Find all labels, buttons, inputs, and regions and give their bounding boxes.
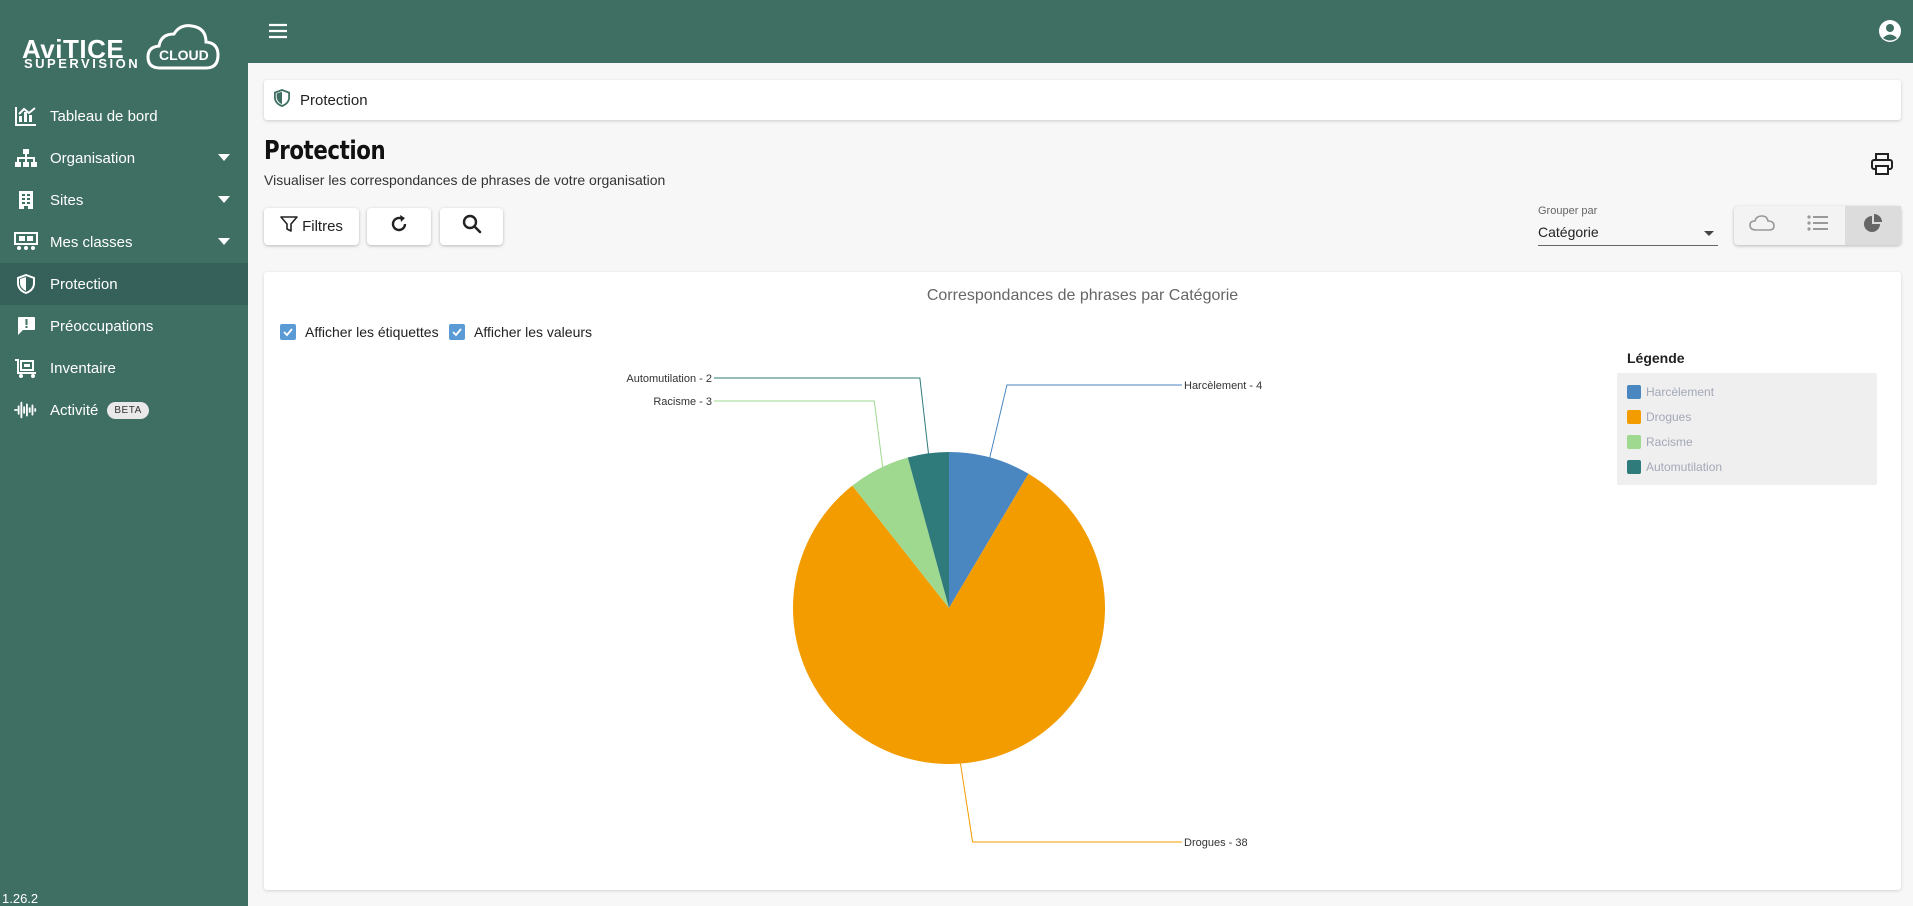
pie-leader-line xyxy=(714,400,885,480)
top-bar xyxy=(248,0,1913,63)
sidebar-item-label: Sites xyxy=(50,191,84,209)
chevron-down-icon xyxy=(1704,231,1714,236)
sidebar-item-label: Tableau de bord xyxy=(50,107,158,125)
sidebar-item-label: Activité xyxy=(50,401,99,419)
legend-swatch xyxy=(1627,434,1641,449)
inventory-icon xyxy=(14,356,38,380)
legend-swatch xyxy=(1627,409,1641,424)
pie-data-label: Racisme - 3 xyxy=(653,396,712,408)
sidebar-item-protection[interactable]: Protection xyxy=(0,263,248,305)
logo-sub-text: SUPERVISION xyxy=(24,56,141,71)
legend-item-racisme[interactable]: Racisme xyxy=(1627,429,1867,454)
legend-swatch xyxy=(1627,384,1641,399)
legend-swatch xyxy=(1627,459,1641,474)
account-icon[interactable] xyxy=(1877,18,1903,44)
building-icon xyxy=(14,188,38,212)
alert-icon xyxy=(14,314,38,338)
view-pie-button[interactable] xyxy=(1845,206,1902,245)
print-icon[interactable] xyxy=(1870,152,1894,176)
pie-data-label: Harcèlement - 4 xyxy=(1184,380,1262,392)
pie-data-label: Drogues - 38 xyxy=(1184,837,1248,849)
legend-item-automutilation[interactable]: Automutilation xyxy=(1627,454,1867,479)
menu-icon[interactable] xyxy=(266,19,290,43)
sidebar-item-dashboard[interactable]: Tableau de bord xyxy=(0,95,248,137)
legend-item-harcèlement[interactable]: Harcèlement xyxy=(1627,379,1867,404)
breadcrumb: Protection xyxy=(264,80,1901,120)
chevron-down-icon[interactable] xyxy=(218,238,230,245)
sidebar-item-classes[interactable]: Mes classes xyxy=(0,221,248,263)
sidebar: AviTICE SUPERVISION CLOUD Tableau de bor… xyxy=(0,0,248,906)
chart-icon xyxy=(14,104,38,128)
chart-card: Correspondances de phrases par Catégorie… xyxy=(264,272,1901,890)
sidebar-item-sites[interactable]: Sites xyxy=(0,179,248,221)
sidebar-item-label: Protection xyxy=(50,275,118,293)
sidebar-item-label: Inventaire xyxy=(50,359,116,377)
breadcrumb-label[interactable]: Protection xyxy=(300,92,368,109)
sidebar-item-inventory[interactable]: Inventaire xyxy=(0,347,248,389)
group-by-value: Catégorie xyxy=(1538,224,1599,240)
app-version: 1.26.2 xyxy=(2,891,39,906)
app-logo[interactable]: AviTICE SUPERVISION CLOUD xyxy=(18,20,228,72)
legend-label: Racisme xyxy=(1646,434,1693,449)
pie-leader-line xyxy=(958,751,1182,843)
pie-data-label: Automutilation - 2 xyxy=(626,373,712,385)
view-wordcloud-button[interactable] xyxy=(1734,206,1790,245)
pie-leader-line xyxy=(986,384,1182,470)
legend-items: Harcèlement Drogues Racisme Automutilation xyxy=(1617,373,1877,485)
sidebar-item-label: Organisation xyxy=(50,149,136,167)
legend-label: Drogues xyxy=(1646,409,1692,424)
waveform-icon xyxy=(14,398,38,422)
group-by-select[interactable]: Catégorie xyxy=(1538,220,1718,246)
beta-badge: BETA xyxy=(107,401,149,419)
sidebar-item-label: Préoccupations xyxy=(50,317,154,335)
legend-label: Harcèlement xyxy=(1646,384,1715,399)
classroom-icon xyxy=(14,230,38,254)
search-button[interactable] xyxy=(440,208,503,245)
shield-icon xyxy=(14,272,38,296)
page-subtitle: Visualiser les correspondances de phrase… xyxy=(264,172,666,188)
pie-chart-icon xyxy=(1863,213,1883,238)
list-icon xyxy=(1806,214,1829,237)
sitemap-icon xyxy=(14,146,38,170)
sidebar-item-organisation[interactable]: Organisation xyxy=(0,137,248,179)
filter-button-label: Filtres xyxy=(302,218,343,235)
sidebar-item-label: Mes classes xyxy=(50,233,133,251)
cloud-icon xyxy=(1749,214,1775,237)
refresh-button[interactable] xyxy=(367,208,431,245)
view-list-button[interactable] xyxy=(1790,206,1846,245)
refresh-icon xyxy=(389,214,409,239)
logo-cloud-text: CLOUD xyxy=(159,47,209,63)
shield-icon xyxy=(274,88,290,112)
sidebar-nav: Tableau de bord Organisation Sites Mes c… xyxy=(0,95,248,431)
chart-legend: Légende Harcèlement Drogues Racisme Automut… xyxy=(1617,350,1877,485)
chevron-down-icon[interactable] xyxy=(218,196,230,203)
filter-button[interactable]: Filtres xyxy=(264,208,359,245)
group-by-label: Grouper par xyxy=(1538,205,1598,217)
view-toggle xyxy=(1734,206,1902,245)
legend-label: Automutilation xyxy=(1646,459,1723,474)
search-icon xyxy=(462,214,482,239)
legend-item-drogues[interactable]: Drogues xyxy=(1627,404,1867,429)
chevron-down-icon[interactable] xyxy=(218,154,230,161)
sidebar-item-activity[interactable]: Activité BETA xyxy=(0,389,248,431)
filter-icon xyxy=(280,215,298,238)
legend-title: Légende xyxy=(1627,350,1685,366)
page-title: Protection xyxy=(264,136,386,166)
sidebar-item-concerns[interactable]: Préoccupations xyxy=(0,305,248,347)
pie-leader-line xyxy=(714,377,931,466)
